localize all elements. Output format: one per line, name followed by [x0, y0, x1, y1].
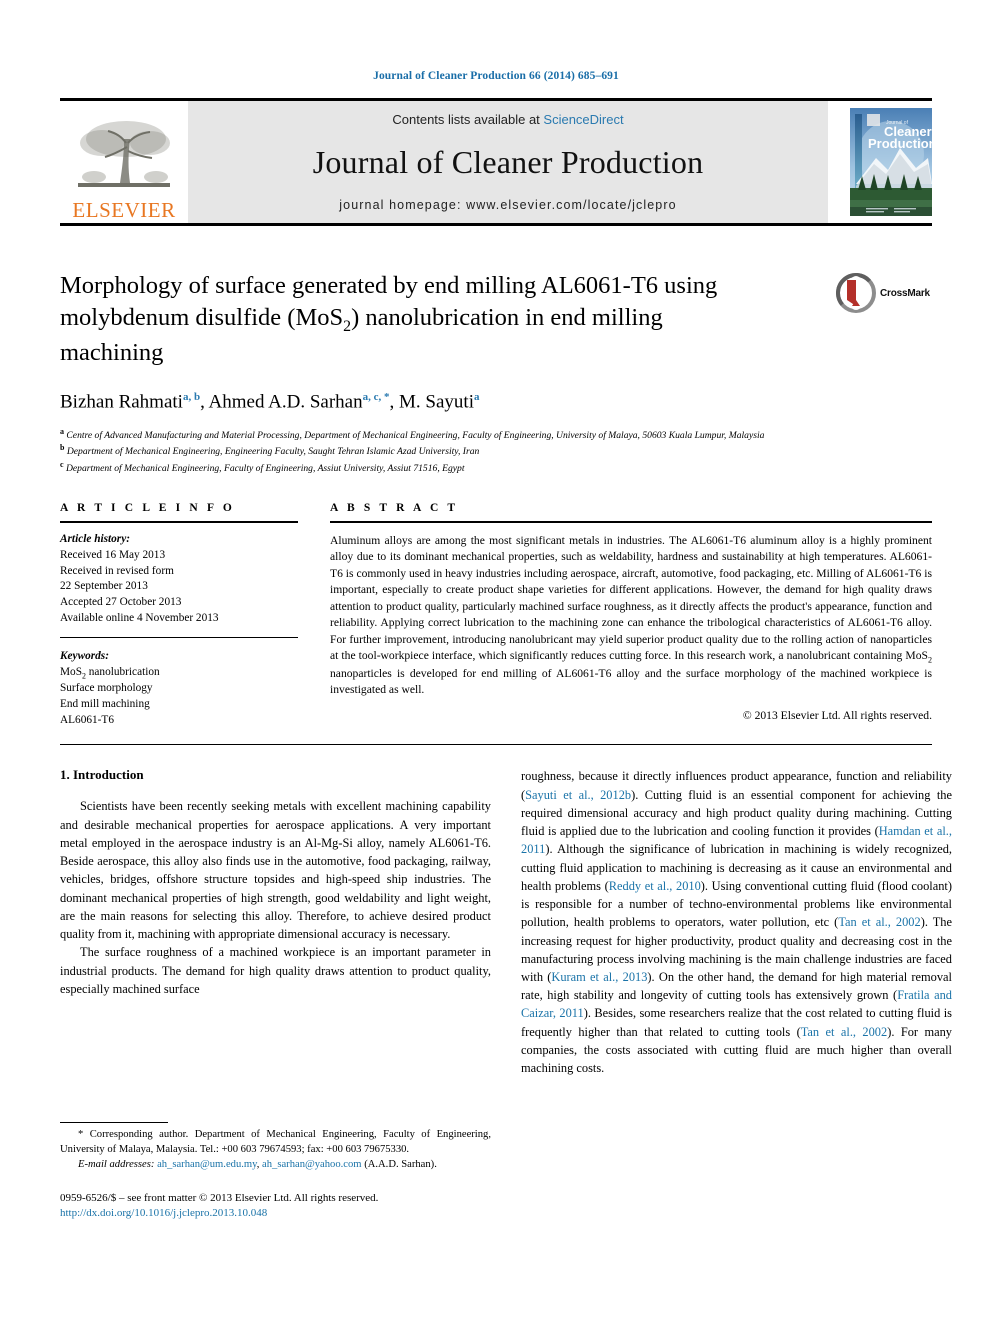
history-item: 22 September 2013: [60, 580, 148, 593]
abstract-heading: A B S T R A C T: [330, 501, 459, 514]
journal-banner: ELSEVIER Contents lists available at Sci…: [60, 98, 932, 226]
abstract-part-1: Aluminum alloys are among the most signi…: [330, 533, 932, 663]
sciencedirect-link[interactable]: ScienceDirect: [543, 112, 623, 127]
keyword-item: MoS2 nanolubrication: [60, 665, 298, 681]
affiliation-c-marker: c: [60, 460, 64, 470]
intro-paragraph-right: roughness, because it directly influence…: [521, 767, 952, 1077]
author-3-affil-marker: a: [473, 391, 480, 404]
keyword-item: Surface morphology: [60, 681, 153, 694]
author-1-affil-marker: a, b: [182, 391, 201, 404]
abstract-part-2: nanoparticles is developed for end milli…: [330, 667, 932, 697]
affiliation-a-marker: a: [60, 426, 64, 436]
elsevier-logo: ELSEVIER: [60, 101, 188, 223]
affiliation-b: b Department of Mechanical Engineering, …: [60, 442, 870, 459]
article-history-block: Article history: Received 16 May 2013 Re…: [60, 532, 298, 627]
keyword-1-suffix: nanolubrication: [85, 665, 160, 678]
citation-sayuti-2012b[interactable]: Sayuti et al., 2012b: [525, 788, 631, 802]
email-suffix: (A.A.D. Sarhan).: [364, 1158, 437, 1170]
affiliation-a: a Centre of Advanced Manufacturing and M…: [60, 426, 870, 443]
elsevier-wordmark: ELSEVIER: [72, 198, 176, 222]
intro-paragraph-1: Scientists have been recently seeking me…: [60, 799, 491, 942]
article-history-label: Article history:: [60, 532, 130, 545]
running-head: Journal of Cleaner Production 66 (2014) …: [373, 70, 619, 82]
email-link-2[interactable]: ah_sarhan@yahoo.com: [262, 1159, 361, 1170]
body-columns: 1. Introduction Scientists have been rec…: [60, 767, 952, 1222]
elsevier-tree-icon: [78, 121, 170, 187]
footnote-rule: [60, 1122, 168, 1124]
email-note: E-mail addresses: ah_sarhan@um.edu.my, a…: [78, 1158, 437, 1170]
keywords-block: Keywords: MoS2 nanolubrication Surface m…: [60, 649, 298, 729]
affiliation-b-marker: b: [60, 443, 65, 453]
abstract-bottom-divider: [60, 744, 932, 746]
article-info-heading: A R T I C L E I N F O: [60, 501, 235, 514]
author-list: Bizhan Rahmatia, b, Ahmed A.D. Sarhana, …: [60, 391, 480, 413]
crossmark-icon: [836, 273, 876, 313]
citation-tan-2002-b[interactable]: Tan et al., 2002: [801, 1025, 887, 1039]
journal-homepage-link[interactable]: journal homepage: www.elsevier.com/locat…: [339, 198, 676, 212]
author-2: Ahmed A.D. Sarhan: [208, 391, 363, 413]
title-line-2a: molybdenum disulfide (MoS: [60, 303, 344, 331]
citation-kuram-2013[interactable]: Kuram et al., 2013: [551, 970, 647, 984]
footnote-block: * Corresponding author. Department of Me…: [60, 1122, 491, 1222]
affiliation-c: c Department of Mechanical Engineering, …: [60, 459, 870, 476]
affiliation-b-text: Department of Mechanical Engineering, En…: [66, 446, 480, 458]
footnote-text: * Corresponding author. Department of Me…: [60, 1128, 491, 1172]
crossmark-label: CrossMark: [880, 287, 930, 299]
keyword-item: End mill machining: [60, 697, 150, 710]
abstract-column: A B S T R A C T Aluminum alloys are amon…: [330, 502, 932, 728]
author-3: M. Sayuti: [399, 391, 474, 413]
affiliations: a Centre of Advanced Manufacturing and M…: [60, 426, 870, 476]
journal-title: Journal of Cleaner Production: [312, 144, 704, 180]
article-info-column: A R T I C L E I N F O Article history: R…: [60, 502, 298, 728]
abstract-copyright: © 2013 Elsevier Ltd. All rights reserved…: [742, 708, 932, 722]
title-area: Morphology of surface generated by end m…: [60, 270, 932, 369]
intro-paragraph-2: The surface roughness of a machined work…: [60, 945, 491, 996]
abstract-rule: [330, 520, 932, 523]
email-label: E-mail addresses:: [78, 1158, 155, 1170]
keywords-rule: [60, 636, 298, 638]
title-line-1: Morphology of surface generated by end m…: [60, 272, 718, 299]
page-title: Morphology of surface generated by end m…: [60, 270, 750, 369]
journal-cover-image: Journal of Cleaner Production: [850, 108, 932, 216]
info-abstract-region: A R T I C L E I N F O Article history: R…: [60, 502, 932, 728]
title-line-2b: ) nanolubrication in end milling: [351, 303, 663, 331]
keyword-item: AL6061-T6: [60, 713, 114, 726]
issn-line: 0959-6526/$ – see front matter © 2013 El…: [60, 1191, 379, 1204]
history-item: Accepted 27 October 2013: [60, 596, 182, 609]
citation-reddy-2010[interactable]: Reddy et al., 2010: [609, 879, 701, 893]
history-item: Received in revised form: [60, 564, 174, 577]
article-info-rule: [60, 520, 298, 523]
affiliation-c-text: Department of Mechanical Engineering, Fa…: [65, 463, 465, 475]
history-item: Received 16 May 2013: [60, 548, 166, 561]
crossmark-badge[interactable]: CrossMark: [836, 272, 932, 314]
paper-page: Journal of Cleaner Production 66 (2014) …: [0, 0, 992, 1323]
section-title-introduction: 1. Introduction: [60, 767, 144, 783]
author-1: Bizhan Rahmati: [60, 391, 183, 413]
title-line-3: machining: [60, 339, 164, 367]
title-subscript: 2: [343, 317, 352, 335]
email-link-1[interactable]: ah_sarhan@um.edu.my: [157, 1159, 257, 1170]
banner-center: Contents lists available at ScienceDirec…: [188, 101, 828, 223]
citation-tan-2002-a[interactable]: Tan et al., 2002: [838, 915, 920, 929]
abstract-text: Aluminum alloys are among the most signi…: [330, 533, 932, 699]
body-column-right: roughness, because it directly influence…: [521, 767, 952, 1222]
keyword-1-prefix: MoS: [60, 665, 82, 678]
affiliation-a-text: Centre of Advanced Manufacturing and Mat…: [66, 429, 765, 441]
contents-available-line: Contents lists available at ScienceDirec…: [392, 112, 623, 127]
abstract-subscript: 2: [927, 655, 932, 665]
corresponding-author-note: * Corresponding author. Department of Me…: [60, 1129, 491, 1155]
issn-block: 0959-6526/$ – see front matter © 2013 El…: [60, 1191, 491, 1223]
journal-cover-thumbnail: Journal of Cleaner Production: [828, 101, 932, 223]
history-item: Available online 4 November 2013: [60, 612, 219, 625]
contents-prefix: Contents lists available at: [392, 112, 544, 127]
author-2-affil-marker: a, c, *: [362, 391, 390, 404]
keywords-label: Keywords:: [60, 649, 109, 662]
body-column-left: 1. Introduction Scientists have been rec…: [60, 767, 491, 1222]
doi-link[interactable]: http://dx.doi.org/10.1016/j.jclepro.2013…: [60, 1206, 491, 1222]
